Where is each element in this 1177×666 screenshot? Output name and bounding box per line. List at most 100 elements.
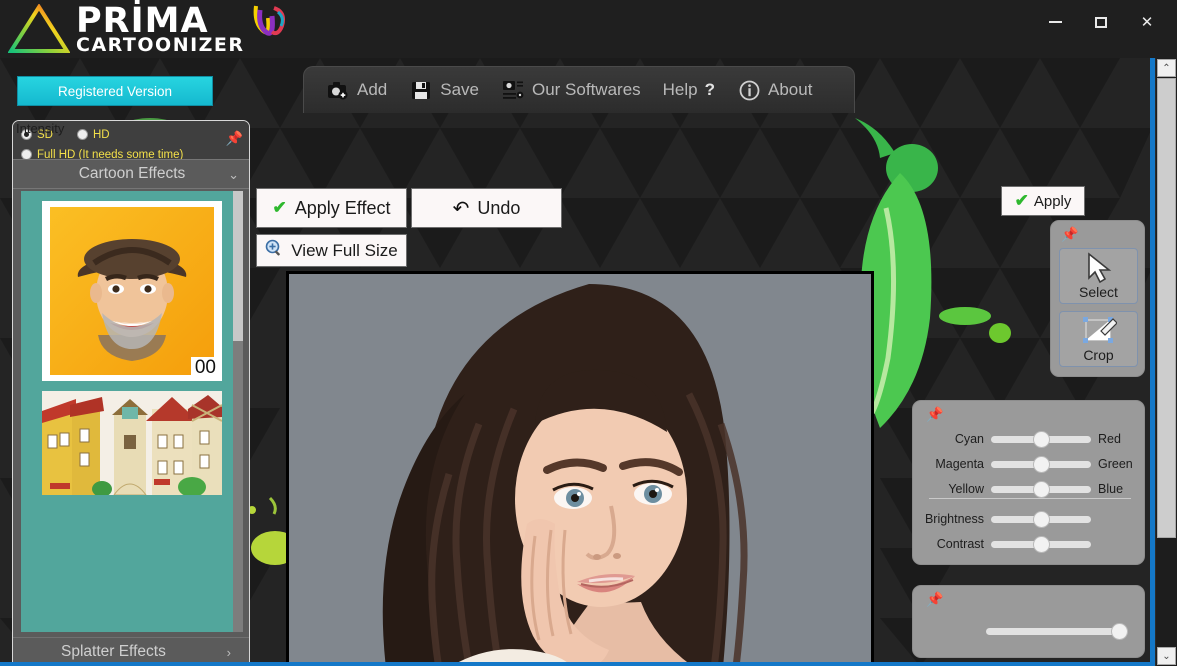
slider-magenta-green[interactable]: Magenta Green <box>913 454 1146 474</box>
slider-knob[interactable] <box>1033 455 1050 473</box>
toolbar-label-our-softwares: Our Softwares <box>532 80 641 99</box>
slider-yellow-blue[interactable]: Yellow Blue <box>913 479 1146 499</box>
slider-track[interactable] <box>991 455 1091 473</box>
window-scrollbar[interactable]: ⌃ ⌄ <box>1155 58 1177 666</box>
slider-left-label: Contrast <box>936 537 984 551</box>
toolbar-item-about[interactable]: About <box>737 70 812 110</box>
divider <box>929 498 1131 499</box>
section-header-cartoon-effects[interactable]: Cartoon Effects ⌄ <box>13 159 249 189</box>
view-full-size-button[interactable]: View Full Size <box>256 234 407 267</box>
brand-wordmark: PRİMA CARTOONIZER <box>76 3 245 56</box>
slider-knob[interactable] <box>1033 430 1050 448</box>
pin-icon-color[interactable]: 📌 <box>926 407 943 421</box>
zoom-in-magnifier-icon <box>265 239 283 262</box>
toolbar-label-about: About <box>768 80 813 99</box>
slider-track[interactable] <box>991 480 1091 498</box>
pin-icon-quality[interactable]: 📌 <box>226 131 243 145</box>
slider-cyan-red[interactable]: Cyan Red <box>913 429 1146 449</box>
brand-name-secondary: CARTOONIZER <box>76 33 245 56</box>
question-mark-icon: ? <box>704 80 716 99</box>
thumbnail-badge: 00 <box>190 357 220 379</box>
triangle-logo-icon <box>8 4 70 54</box>
thumbnail-scrollbar-thumb[interactable] <box>233 191 243 341</box>
apply-button[interactable]: ✔ Apply <box>1001 186 1085 216</box>
slider-contrast[interactable]: Contrast <box>913 534 1146 554</box>
scroll-down-button[interactable]: ⌄ <box>1157 647 1176 665</box>
undo-button[interactable]: ↶ Undo <box>411 188 562 228</box>
radio-hd[interactable] <box>76 129 88 140</box>
toolbar-label-help: Help <box>662 80 698 99</box>
slider-brightness[interactable]: Brightness <box>913 509 1146 529</box>
bottom-accent-strip <box>0 662 1152 666</box>
floppy-disk-icon <box>409 79 433 101</box>
crop-tool-button[interactable]: Crop <box>1059 311 1138 367</box>
effect-thumbnail-list[interactable]: 00 <box>21 191 243 632</box>
thumbnail-scrollbar[interactable] <box>233 191 243 632</box>
slider-left-label: Magenta <box>935 457 984 471</box>
select-tool-label: Select <box>1079 284 1118 300</box>
portrait-photo <box>289 274 871 666</box>
view-full-size-label: View Full Size <box>291 240 398 260</box>
effects-sidebar: SD HD Full HD (It needs some time) 📌 Car… <box>12 120 250 666</box>
slider-left-label: Brightness <box>924 512 984 526</box>
scrollbar-thumb[interactable] <box>1157 78 1176 538</box>
toolbar-item-add[interactable]: Add <box>326 70 387 110</box>
toolbar-item-save[interactable]: Save <box>409 70 479 110</box>
image-canvas[interactable] <box>286 271 874 666</box>
radio-label-hd: HD <box>92 128 110 141</box>
select-tool-button[interactable]: Select <box>1059 248 1138 304</box>
slider-track[interactable] <box>991 535 1091 553</box>
intensity-label: Intensity <box>16 121 65 136</box>
scroll-up-button[interactable]: ⌃ <box>1157 59 1176 77</box>
slider-right-label: Green <box>1098 457 1133 471</box>
software-list-icon <box>501 79 525 101</box>
checkmark-icon: ✔ <box>1014 191 1029 210</box>
slider-left-label: Cyan <box>954 432 984 446</box>
pin-icon-intensity[interactable]: 📌 <box>926 592 943 606</box>
slider-track[interactable] <box>991 510 1091 528</box>
intensity-slider-track[interactable] <box>986 628 1128 635</box>
list-item[interactable] <box>42 391 223 497</box>
section-header-label: Cartoon Effects <box>78 165 186 182</box>
info-circle-icon <box>737 79 761 101</box>
toolbar-label-add: Add <box>357 80 388 99</box>
checkmark-icon: ✔ <box>272 198 287 217</box>
maximize-icon <box>1095 16 1107 28</box>
cartoon-village-houses <box>42 391 223 497</box>
chevron-down-icon: ⌄ <box>228 167 239 182</box>
list-item[interactable]: 00 <box>42 201 222 381</box>
app-logo: PRİMA CARTOONIZER <box>8 2 288 56</box>
slider-knob[interactable] <box>1033 510 1050 528</box>
slider-right-label: Blue <box>1098 482 1124 496</box>
undo-arrow-icon: ↶ <box>452 197 470 220</box>
maximize-button[interactable] <box>1078 0 1124 44</box>
minimize-icon <box>1048 21 1062 23</box>
cursor-arrow-icon <box>1060 252 1137 284</box>
cartoon-portrait-man <box>50 207 214 375</box>
brand-glyph-icon <box>252 2 288 44</box>
color-adjust-panel: 📌 Cyan Red Magenta Green Yellow Blue Bri… <box>912 400 1145 565</box>
undo-label: Undo <box>477 197 521 218</box>
apply-effect-label: Apply Effect <box>294 197 391 218</box>
crop-tool-label: Crop <box>1083 347 1114 363</box>
title-bar: PRİMA CARTOONIZER ✕ <box>0 0 1177 58</box>
slider-knob[interactable] <box>1033 535 1050 553</box>
main-toolbar: Add Save Our Softwares Help ? About <box>303 66 855 113</box>
workspace: Registered Version Add Save Our Software… <box>0 58 1152 666</box>
intensity-slider-knob[interactable] <box>1111 623 1128 640</box>
minimize-button[interactable] <box>1032 0 1078 44</box>
registered-version-badge[interactable]: Registered Version <box>17 76 213 106</box>
toolbar-item-help[interactable]: Help ? <box>663 70 715 110</box>
pin-icon-tools[interactable]: 📌 <box>1061 227 1078 241</box>
sidebar-item-label: Splatter Effects <box>61 643 166 660</box>
prima-cartoonizer-window: PRİMA CARTOONIZER ✕ Registered Version A… <box>0 0 1177 666</box>
slider-track[interactable] <box>991 430 1091 448</box>
slider-left-label: Yellow <box>948 482 984 496</box>
apply-effect-button[interactable]: ✔ Apply Effect <box>256 188 407 228</box>
slider-knob[interactable] <box>1033 480 1050 498</box>
slider-right-label: Red <box>1098 432 1121 446</box>
toolbar-item-our-softwares[interactable]: Our Softwares <box>501 70 641 110</box>
chevron-right-icon: › <box>226 644 231 660</box>
close-button[interactable]: ✕ <box>1124 0 1170 44</box>
apply-label: Apply <box>1033 192 1072 210</box>
